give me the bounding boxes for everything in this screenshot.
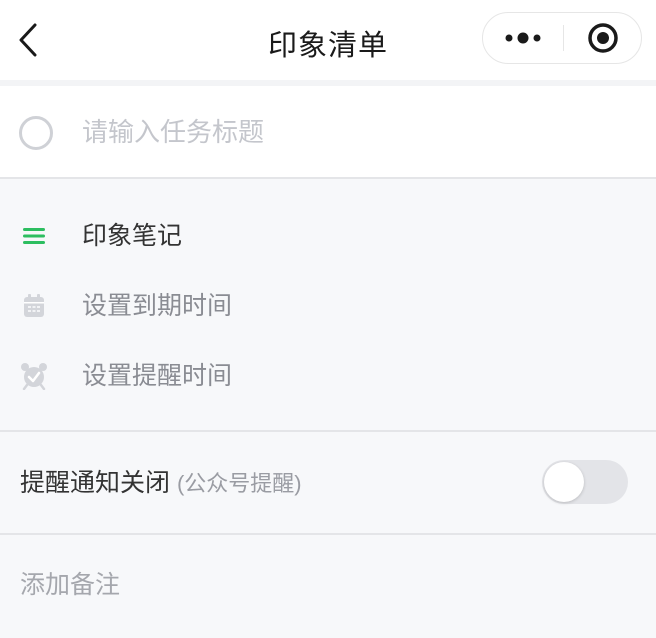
- capsule-menu: [482, 12, 642, 64]
- target-circle-icon: [588, 23, 618, 53]
- notification-toggle[interactable]: [542, 460, 628, 504]
- notebook-label: 印象笔记: [82, 222, 183, 250]
- list-icon: [20, 222, 48, 250]
- more-button[interactable]: [483, 13, 563, 63]
- calendar-icon: [20, 292, 48, 320]
- close-miniprogram-button[interactable]: [564, 13, 642, 63]
- due-date-row[interactable]: 设置到期时间: [0, 278, 656, 334]
- notification-row: 提醒通知关闭 (公众号提醒): [0, 432, 656, 534]
- task-title-input[interactable]: [82, 110, 622, 154]
- alarm-clock-icon: [20, 362, 48, 390]
- due-date-label: 设置到期时间: [82, 292, 233, 320]
- notification-title: 提醒通知关闭: [20, 469, 171, 497]
- reminder-row[interactable]: 设置提醒时间: [0, 348, 656, 404]
- task-complete-checkbox[interactable]: [19, 116, 53, 150]
- reminder-label: 设置提醒时间: [82, 362, 233, 390]
- notification-subtitle: (公众号提醒): [176, 471, 302, 496]
- divider: [0, 533, 656, 535]
- more-dots-icon: [505, 32, 541, 44]
- divider: [0, 177, 656, 179]
- notebook-row[interactable]: 印象笔记: [0, 208, 656, 264]
- navigation-bar: 印象清单: [0, 0, 656, 80]
- toggle-knob: [544, 462, 584, 502]
- notification-label: 提醒通知关闭 (公众号提醒): [20, 468, 302, 499]
- task-title-row: [0, 86, 656, 178]
- add-memo-button[interactable]: 添加备注: [20, 570, 120, 600]
